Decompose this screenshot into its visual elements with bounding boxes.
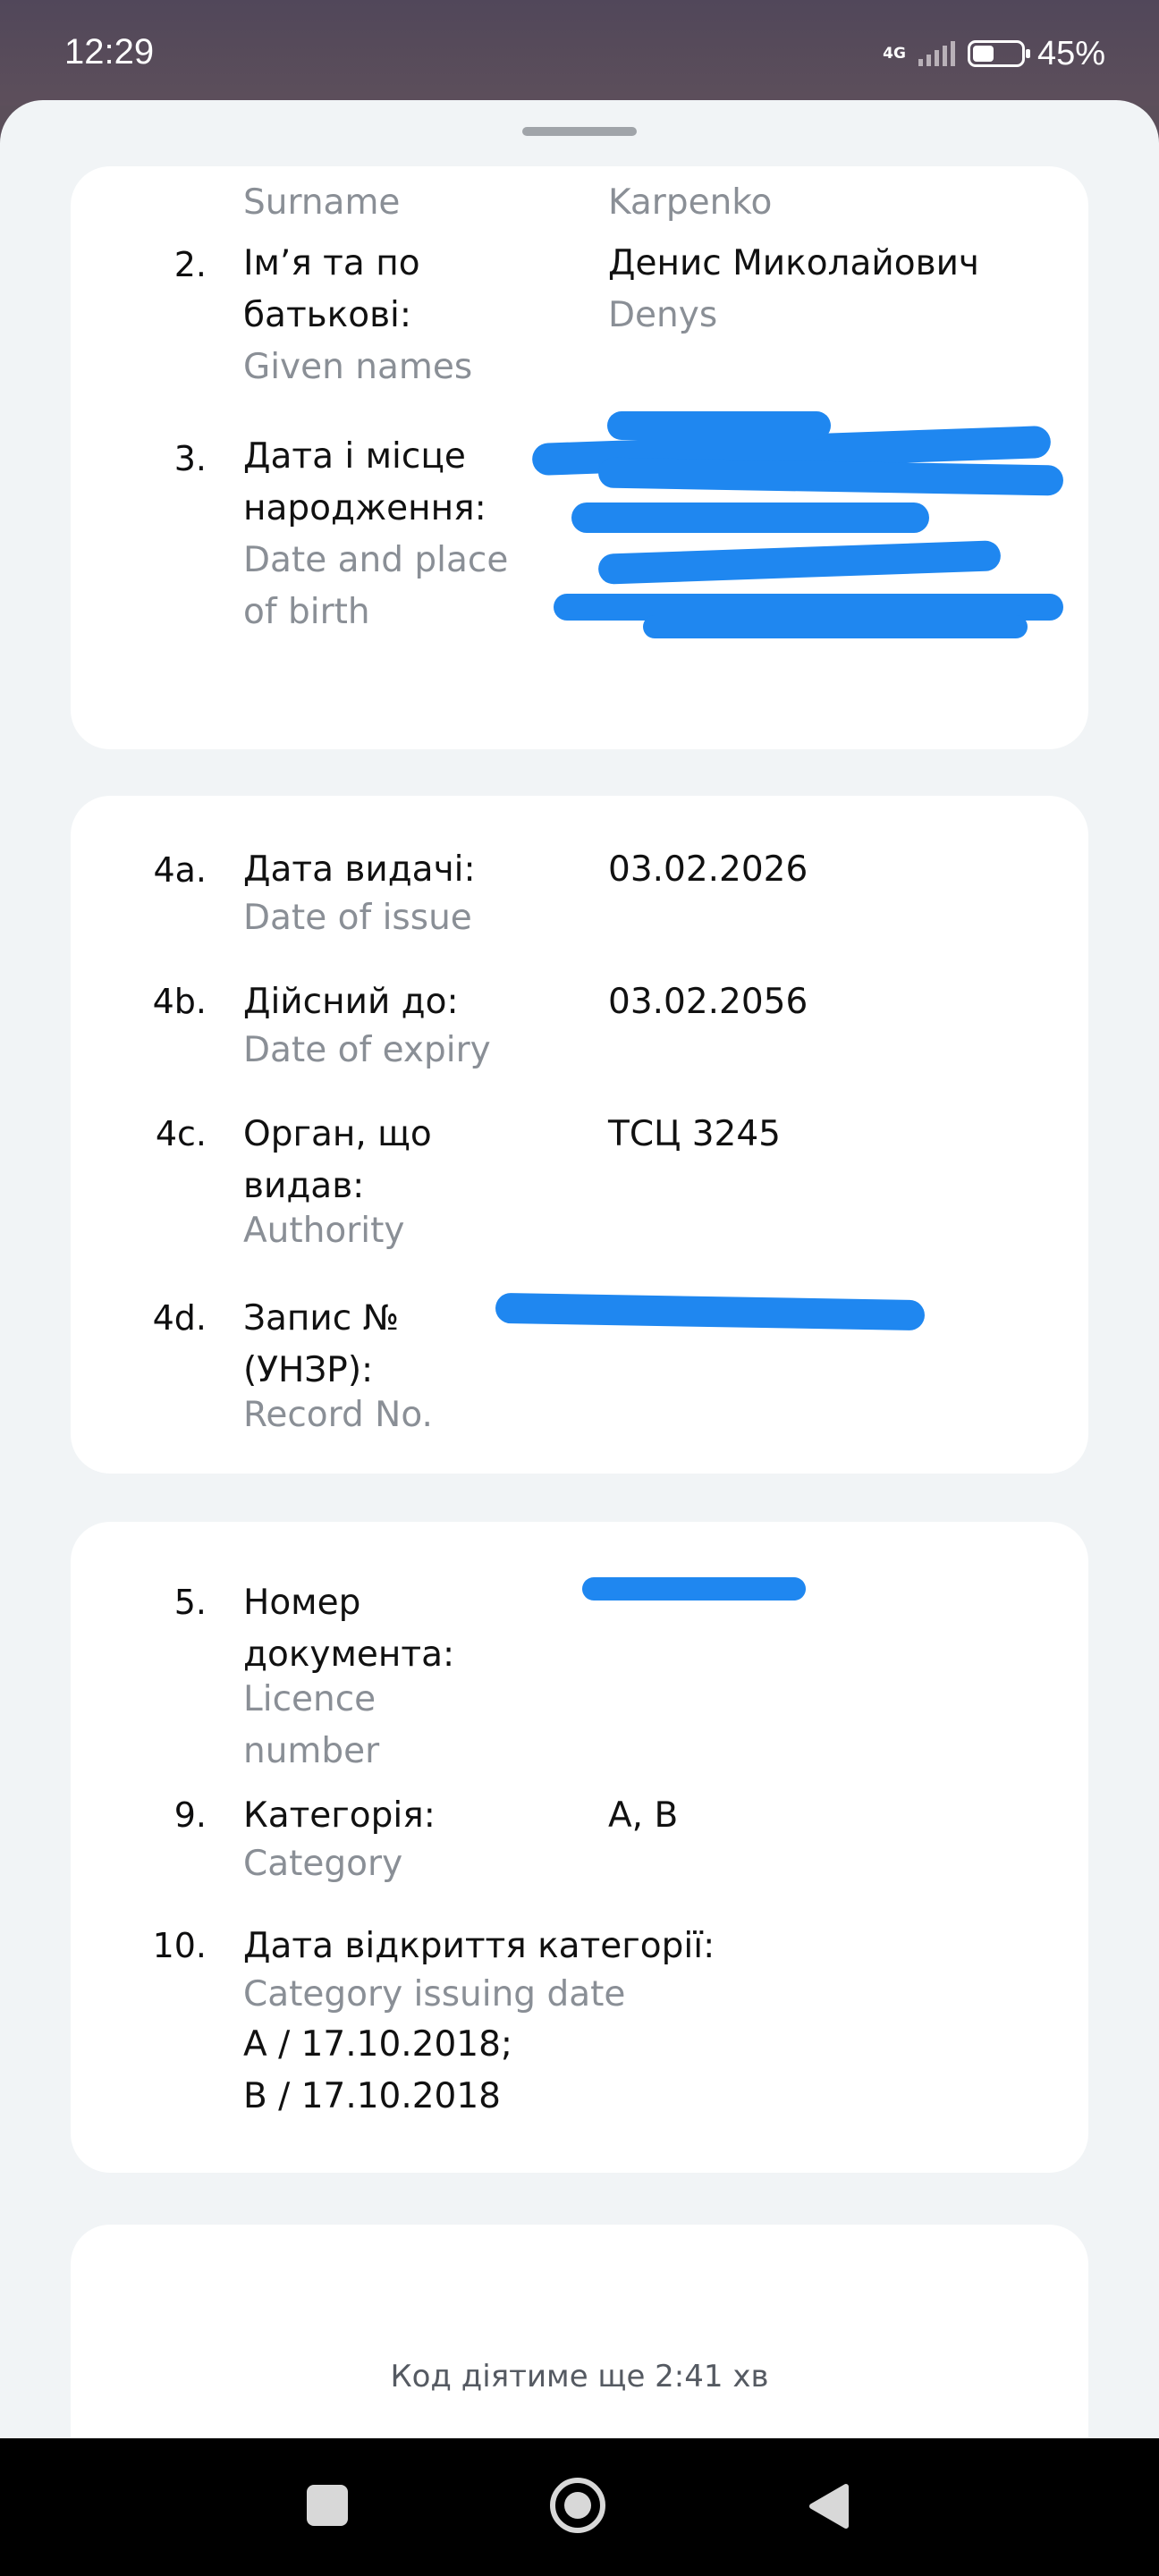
row-number: 4b. (152, 982, 207, 1021)
date-of-expiry-value: 03.02.2056 (608, 982, 808, 1022)
category-date-label: Дата відкриття категорії: (243, 1926, 715, 1966)
card-issue-info: 4a. Дата видачі: Date of issue 03.02.202… (71, 796, 1088, 1474)
network-type: 4G (883, 44, 906, 63)
redacted-record-no (495, 1292, 926, 1331)
card-licence-info: 5. Номер документа: Licence number 9. Ка… (71, 1522, 1088, 2173)
category-date-a: A / 17.10.2018; (243, 2024, 513, 2065)
document-sheet: Surname Karpenko 2. Імʼя та по батькові:… (0, 100, 1159, 2438)
given-names-label: Імʼя та по батькові: (243, 243, 420, 335)
card-code-timer: Код діятиме ще 2:41 хв (71, 2225, 1088, 2438)
licence-number-label: Номер документа: (243, 1583, 455, 1675)
given-names-value-en: Denys (608, 295, 718, 335)
surname-value-en: Karpenko (608, 182, 773, 223)
surname-label-en: Surname (243, 182, 401, 223)
recents-square-icon[interactable] (307, 2485, 348, 2526)
redacted-licence-number (582, 1577, 806, 1600)
category-date-label-en: Category issuing date (243, 1974, 626, 2014)
status-time: 12:29 (64, 32, 155, 72)
sheet-drag-handle[interactable] (522, 127, 637, 136)
date-of-issue-label: Дата видачі: (243, 849, 476, 890)
signal-icon (918, 41, 955, 66)
card-personal-info: Surname Karpenko 2. Імʼя та по батькові:… (71, 166, 1088, 749)
date-of-expiry-label-en: Date of expiry (243, 1030, 491, 1070)
record-no-label: Запис № (УНЗР): (243, 1298, 400, 1390)
row-number: 4d. (152, 1298, 207, 1338)
authority-label: Орган, що видав: (243, 1114, 432, 1206)
battery-percent: 45% (1036, 34, 1105, 72)
status-bar: 12:29 4G 45% (0, 0, 1159, 106)
row-number: 3. (173, 439, 207, 478)
birth-label-en: Date and place of birth (243, 540, 509, 632)
row-number: 9. (173, 1795, 207, 1835)
category-label: Категорія: (243, 1795, 436, 1836)
record-no-label-en: Record No. (243, 1395, 433, 1435)
status-icons: 4G 45% (883, 32, 1105, 75)
licence-number-label-en: Licence number (243, 1679, 380, 1771)
battery-fill (972, 46, 994, 62)
row-number: 5. (173, 1583, 207, 1622)
authority-value: ТСЦ 3245 (608, 1114, 781, 1154)
row-number: 4c. (155, 1114, 207, 1153)
code-timer-text: Код діятиме ще 2:41 хв (390, 2359, 769, 2394)
given-names-value: Денис Миколайович (608, 243, 979, 283)
birth-label: Дата і місце народження: (243, 436, 486, 528)
date-of-issue-value: 03.02.2026 (608, 849, 808, 890)
category-date-b: B / 17.10.2018 (243, 2076, 501, 2116)
given-names-label-en: Given names (243, 347, 473, 387)
row-number: 2. (173, 245, 207, 284)
home-circle-icon[interactable] (548, 2476, 607, 2535)
system-navigation-bar (0, 2438, 1159, 2576)
category-label-en: Category (243, 1844, 403, 1884)
category-value: A, B (608, 1795, 679, 1836)
date-of-expiry-label: Дійсний до: (243, 982, 459, 1022)
authority-label-en: Authority (243, 1211, 405, 1251)
battery-icon (967, 40, 1030, 67)
back-triangle-icon[interactable] (807, 2483, 850, 2530)
row-number: 10. (152, 1926, 207, 1965)
row-number: 4a. (153, 850, 207, 890)
date-of-issue-label-en: Date of issue (243, 898, 472, 938)
